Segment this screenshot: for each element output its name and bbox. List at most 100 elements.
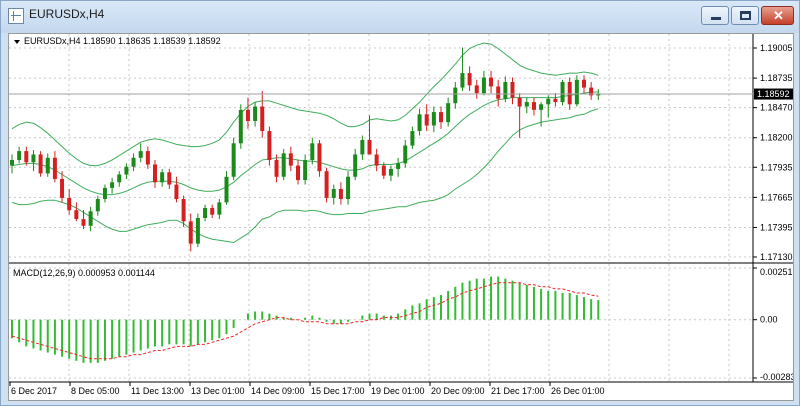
candle-body bbox=[331, 189, 336, 198]
close-icon: ✕ bbox=[773, 8, 784, 23]
macd-tick-label: 0.00 bbox=[760, 315, 778, 325]
candle-body bbox=[567, 81, 572, 105]
macd-axis-ticks: 0.002517 0.00 -0.002838 bbox=[753, 267, 794, 382]
price-tick-label: 1.17935 bbox=[760, 162, 793, 172]
bollinger-upper-line bbox=[11, 42, 599, 167]
candle-body bbox=[417, 114, 422, 132]
candle-body bbox=[360, 139, 365, 155]
maximize-button[interactable] bbox=[731, 6, 759, 25]
candle-body bbox=[31, 154, 36, 163]
current-price-marker: 1.18592 bbox=[9, 88, 793, 100]
chart-window-icon bbox=[8, 8, 24, 24]
candle-body bbox=[510, 81, 515, 98]
price-chart-svg[interactable]: EURUSDx,H4 1.18590 1.18635 1.18539 1.185… bbox=[9, 34, 794, 401]
candle-body bbox=[460, 73, 465, 88]
macd-signal-line bbox=[11, 282, 599, 360]
candle-body bbox=[303, 160, 308, 181]
candle-body bbox=[439, 112, 443, 123]
candle-body bbox=[102, 187, 107, 200]
time-tick-label: 13 Dec 01:00 bbox=[191, 386, 245, 396]
price-tick-label: 1.18470 bbox=[760, 103, 793, 113]
candle-body bbox=[574, 79, 579, 105]
candle-body bbox=[260, 106, 265, 132]
candle-body bbox=[74, 210, 79, 220]
maximize-icon bbox=[740, 11, 751, 20]
time-tick-label: 8 Dec 05:00 bbox=[71, 386, 120, 396]
price-panel-header: EURUSDx,H4 1.18590 1.18635 1.18539 1.185… bbox=[14, 36, 221, 46]
bollinger-bands bbox=[11, 42, 599, 244]
candle-body bbox=[231, 143, 236, 177]
candle-body bbox=[281, 153, 286, 177]
time-tick-label: 15 Dec 17:00 bbox=[311, 386, 365, 396]
candle-body bbox=[95, 199, 100, 212]
candle-body bbox=[481, 77, 486, 94]
candle-body bbox=[131, 157, 136, 167]
candle-body bbox=[188, 221, 193, 244]
minimize-icon bbox=[711, 17, 721, 20]
candle-body bbox=[353, 154, 358, 177]
collapse-arrow-icon[interactable] bbox=[14, 40, 20, 44]
candle-body bbox=[582, 79, 586, 88]
candle-body bbox=[288, 153, 293, 166]
candle-body bbox=[52, 157, 57, 179]
macd-tick-label: 0.002517 bbox=[760, 267, 794, 277]
minimize-button[interactable] bbox=[701, 6, 729, 25]
candle-body bbox=[338, 189, 343, 200]
candle-body bbox=[503, 81, 508, 99]
current-price-label: 1.18592 bbox=[757, 89, 790, 99]
candle-body bbox=[374, 154, 379, 166]
price-panel-header-text: EURUSDx,H4 1.18590 1.18635 1.18539 1.185… bbox=[24, 36, 221, 46]
candle-body bbox=[381, 165, 386, 176]
chart-area[interactable]: EURUSDx,H4 1.18590 1.18635 1.18539 1.185… bbox=[8, 33, 794, 401]
candle-body bbox=[403, 145, 408, 164]
candle-body bbox=[539, 104, 544, 110]
candle-body bbox=[274, 160, 279, 177]
candle-body bbox=[210, 207, 215, 215]
candle-body bbox=[117, 174, 122, 183]
time-tick-label: 14 Dec 09:00 bbox=[251, 386, 305, 396]
window-titlebar[interactable]: EURUSDx,H4 ✕ bbox=[1, 1, 799, 33]
time-tick-label: 26 Dec 01:00 bbox=[551, 386, 605, 396]
price-tick-label: 1.18735 bbox=[760, 73, 793, 83]
candle-body bbox=[489, 77, 494, 87]
candle-body bbox=[546, 98, 551, 105]
candle-body bbox=[296, 165, 300, 181]
candle-body bbox=[88, 211, 93, 226]
candle-body bbox=[181, 199, 186, 222]
candle-body bbox=[124, 166, 129, 175]
candle-body bbox=[217, 202, 222, 215]
candle-body bbox=[396, 163, 401, 169]
candle-body bbox=[195, 217, 200, 244]
candle-body bbox=[324, 171, 329, 198]
price-tick-label: 1.17665 bbox=[760, 192, 793, 202]
candle-body bbox=[517, 97, 522, 107]
candle-body bbox=[174, 184, 179, 200]
time-axis-ticks: 6 Dec 2017 8 Dec 05:00 11 Dec 13:00 13 Dec … bbox=[9, 382, 605, 396]
candle-body bbox=[203, 207, 208, 218]
price-tick-label: 1.17395 bbox=[760, 222, 793, 232]
candle-body bbox=[110, 182, 115, 188]
close-button[interactable]: ✕ bbox=[761, 6, 794, 25]
candle-body bbox=[67, 197, 72, 211]
candle-body bbox=[38, 154, 43, 174]
candle-body bbox=[346, 176, 351, 200]
candle-body bbox=[474, 85, 479, 94]
price-tick-label: 1.17130 bbox=[760, 252, 793, 262]
candle-body bbox=[24, 151, 29, 163]
candle-body bbox=[267, 131, 272, 161]
candle-body bbox=[388, 168, 393, 176]
window-title: EURUSDx,H4 bbox=[29, 7, 105, 21]
candle-body bbox=[531, 102, 536, 110]
candle-body bbox=[317, 143, 322, 172]
time-tick-label: 19 Dec 01:00 bbox=[371, 386, 425, 396]
price-tick-label: 1.18200 bbox=[760, 133, 793, 143]
candle-body bbox=[167, 172, 172, 185]
candle-body bbox=[453, 87, 458, 104]
time-tick-label: 21 Dec 17:00 bbox=[491, 386, 545, 396]
candle-body bbox=[138, 151, 143, 158]
candle-body bbox=[446, 103, 451, 123]
candle-body bbox=[560, 81, 565, 103]
time-tick-label: 6 Dec 2017 bbox=[11, 386, 57, 396]
candle-body bbox=[245, 109, 250, 122]
time-tick-label: 20 Dec 09:00 bbox=[431, 386, 485, 396]
